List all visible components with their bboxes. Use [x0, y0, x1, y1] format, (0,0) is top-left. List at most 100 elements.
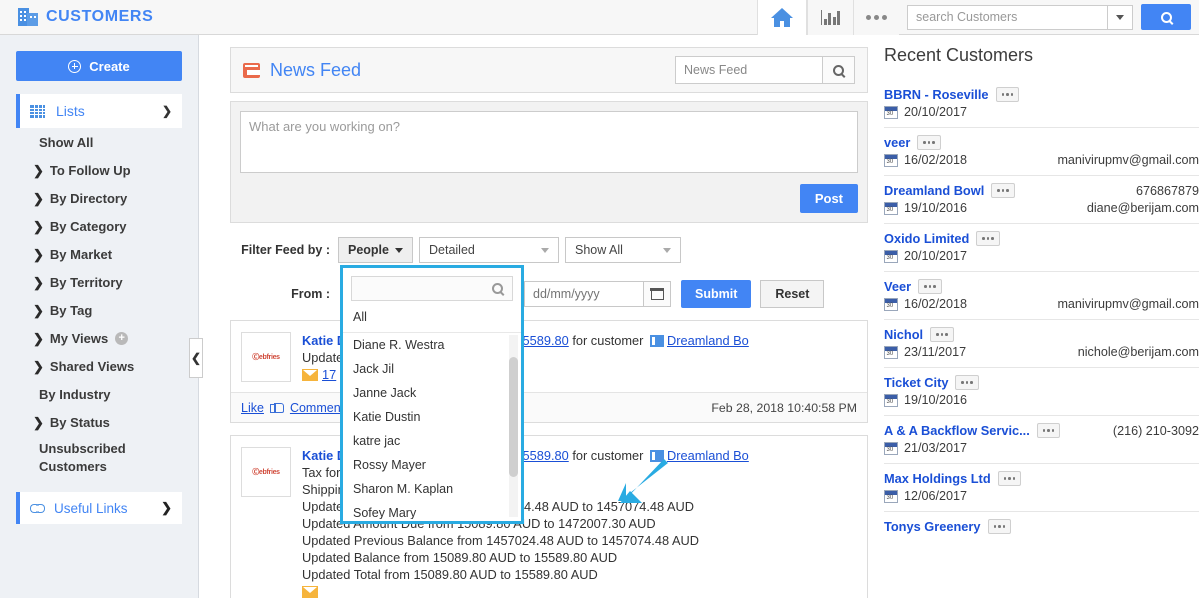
chevron-down-icon — [663, 247, 671, 253]
search-input[interactable] — [907, 4, 1107, 30]
recent-customer-name[interactable]: Veer — [884, 279, 911, 294]
recent-customer-name[interactable]: veer — [884, 135, 910, 150]
people-dropdown-item[interactable]: Sofey Mary — [343, 501, 521, 519]
people-dropdown-item[interactable]: Janne Jack — [343, 381, 521, 405]
people-dropdown-item-all[interactable]: All — [343, 301, 521, 333]
people-dropdown-item[interactable]: Diane R. Westra — [343, 333, 521, 357]
post-customer-link[interactable]: Dreamland Bo — [667, 333, 749, 348]
reset-button[interactable]: Reset — [760, 280, 825, 308]
sidebar-item-useful-links[interactable]: Useful Links ❯ — [16, 492, 182, 524]
recent-customer-name[interactable]: A & A Backflow Servic... — [884, 423, 1030, 438]
sidebar-item-label: By Industry — [39, 386, 111, 402]
email-icon — [302, 586, 318, 598]
people-dropdown-item[interactable]: Katie Dustin — [343, 405, 521, 429]
recent-customer-phone: 676867879 — [1135, 183, 1199, 198]
chevron-right-icon: ❯ — [33, 162, 44, 178]
search-icon — [833, 64, 844, 76]
search-icon — [1160, 11, 1172, 23]
row-menu-button[interactable] — [918, 279, 942, 294]
post-attachment-link[interactable]: 17 — [322, 367, 336, 382]
avatar-logo: Ⓒebfries — [252, 469, 280, 476]
sidebar-item-lists[interactable]: Lists ❯ — [16, 94, 182, 128]
sidebar-item-by-industry[interactable]: By Industry — [0, 380, 198, 408]
comment-button[interactable]: Comment — [290, 401, 344, 415]
recent-customer-name[interactable]: Dreamland Bowl — [884, 183, 984, 198]
sidebar-item-by-territory[interactable]: ❯ By Territory — [0, 268, 198, 296]
sidebar-collapse-handle[interactable]: ❮ — [189, 338, 203, 378]
row-menu-button[interactable] — [997, 471, 1022, 486]
search-scope-dropdown[interactable] — [1107, 4, 1133, 30]
recent-customer-name[interactable]: Max Holdings Ltd — [884, 471, 991, 486]
people-dropdown-item[interactable]: Sharon M. Kaplan — [343, 477, 521, 501]
reports-button[interactable] — [807, 0, 853, 35]
row-menu-button[interactable] — [917, 135, 941, 150]
submit-button[interactable]: Submit — [681, 280, 752, 308]
people-dropdown-item[interactable]: katre jac — [343, 429, 521, 453]
calendar-icon — [884, 201, 898, 215]
chevron-right-icon: ❯ — [33, 246, 44, 262]
more-button[interactable] — [853, 0, 899, 35]
recent-customer-name[interactable]: Ticket City — [884, 375, 948, 390]
chevron-right-icon: ❯ — [33, 190, 44, 206]
calendar-icon — [884, 393, 898, 407]
add-view-icon[interactable]: + — [115, 331, 129, 345]
search-button[interactable] — [1141, 4, 1191, 30]
post-customer-link[interactable]: Dreamland Bo — [667, 448, 749, 463]
sidebar-item-label: Useful Links — [54, 500, 128, 516]
recent-customer-name[interactable]: Oxido Limited — [884, 231, 969, 246]
recent-customer-row: Oxido Limited 20/10/2017 — [884, 224, 1199, 272]
sidebar-item-shared-views[interactable]: ❯ Shared Views — [0, 352, 198, 380]
main-content: News Feed Post Filter Feed by : — [200, 35, 1199, 598]
people-dropdown-scroll-thumb[interactable] — [509, 357, 518, 477]
row-menu-button[interactable] — [991, 183, 1015, 198]
row-menu-button[interactable] — [930, 327, 954, 342]
sidebar-item-unsubscribed-customers[interactable]: Unsubscribed Customers — [0, 436, 165, 480]
recent-customers-panel: Recent Customers BBRN - Roseville 20/10/… — [884, 45, 1199, 542]
people-dropdown-panel[interactable]: All Diane R. Westra Jack Jil Janne Jack … — [340, 265, 524, 524]
row-menu-button[interactable] — [987, 519, 1011, 534]
row-menu-button[interactable] — [976, 231, 1000, 246]
recent-customer-name[interactable]: BBRN - Roseville — [884, 87, 989, 102]
thumbs-up-icon — [269, 402, 284, 413]
avatar-logo: Ⓒebfries — [252, 354, 280, 361]
recent-customer-name[interactable]: Nichol — [884, 327, 923, 342]
post-body: Ⓒebfries Katie Dwl . 2 -Dreamland Bowl- … — [231, 436, 867, 598]
feed-header: News Feed — [230, 47, 868, 93]
create-button[interactable]: Create — [16, 51, 182, 81]
people-dropdown-search-input[interactable] — [351, 276, 513, 301]
sidebar-item-label: My Views — [49, 330, 109, 346]
detail-level-select[interactable]: Detailed — [419, 237, 559, 263]
like-button[interactable]: Like — [241, 401, 264, 415]
scope-select[interactable]: Show All — [565, 237, 681, 263]
recent-customer-name[interactable]: Tonys Greenery — [884, 519, 981, 534]
sidebar-item-by-category[interactable]: ❯ By Category — [0, 212, 198, 240]
home-button[interactable] — [757, 0, 807, 35]
sidebar-item-by-tag[interactable]: ❯ By Tag — [0, 296, 198, 324]
sidebar-item-by-market[interactable]: ❯ By Market — [0, 240, 198, 268]
sidebar-item-label: By Directory — [49, 190, 128, 206]
compose-box: Post — [230, 101, 868, 223]
feed-search-button[interactable] — [823, 56, 855, 84]
calendar-button[interactable] — [644, 281, 671, 307]
people-dropdown-item[interactable]: Rossy Mayer — [343, 453, 521, 477]
row-menu-button[interactable] — [1036, 423, 1061, 438]
recent-customer-date: 19/10/2016 — [904, 393, 968, 407]
sidebar-item-my-views[interactable]: ❯ My Views + — [0, 324, 198, 352]
sidebar-item-by-directory[interactable]: ❯ By Directory — [0, 184, 198, 212]
post-button[interactable]: Post — [799, 184, 858, 213]
people-filter-button[interactable]: People — [338, 237, 413, 263]
row-menu-button[interactable] — [995, 87, 1020, 102]
recent-customer-date: 23/11/2017 — [904, 345, 967, 359]
from-date-input[interactable] — [524, 281, 644, 307]
people-dropdown-item[interactable]: Jack Jil — [343, 357, 521, 381]
recent-customer-email: nichole@berijam.com — [1077, 345, 1199, 359]
customer-icon — [650, 335, 664, 347]
feed-search-input[interactable] — [675, 56, 823, 84]
sidebar-item-by-status[interactable]: ❯ By Status — [0, 408, 198, 436]
row-menu-button[interactable] — [955, 375, 979, 390]
recent-customer-date: 12/06/2017 — [904, 489, 968, 503]
compose-textarea[interactable] — [240, 111, 858, 173]
sidebar-item-show-all[interactable]: Show All — [0, 128, 198, 156]
sidebar-item-to-follow-up[interactable]: ❯ To Follow Up — [0, 156, 198, 184]
chevron-right-icon: ❯ — [33, 218, 44, 234]
